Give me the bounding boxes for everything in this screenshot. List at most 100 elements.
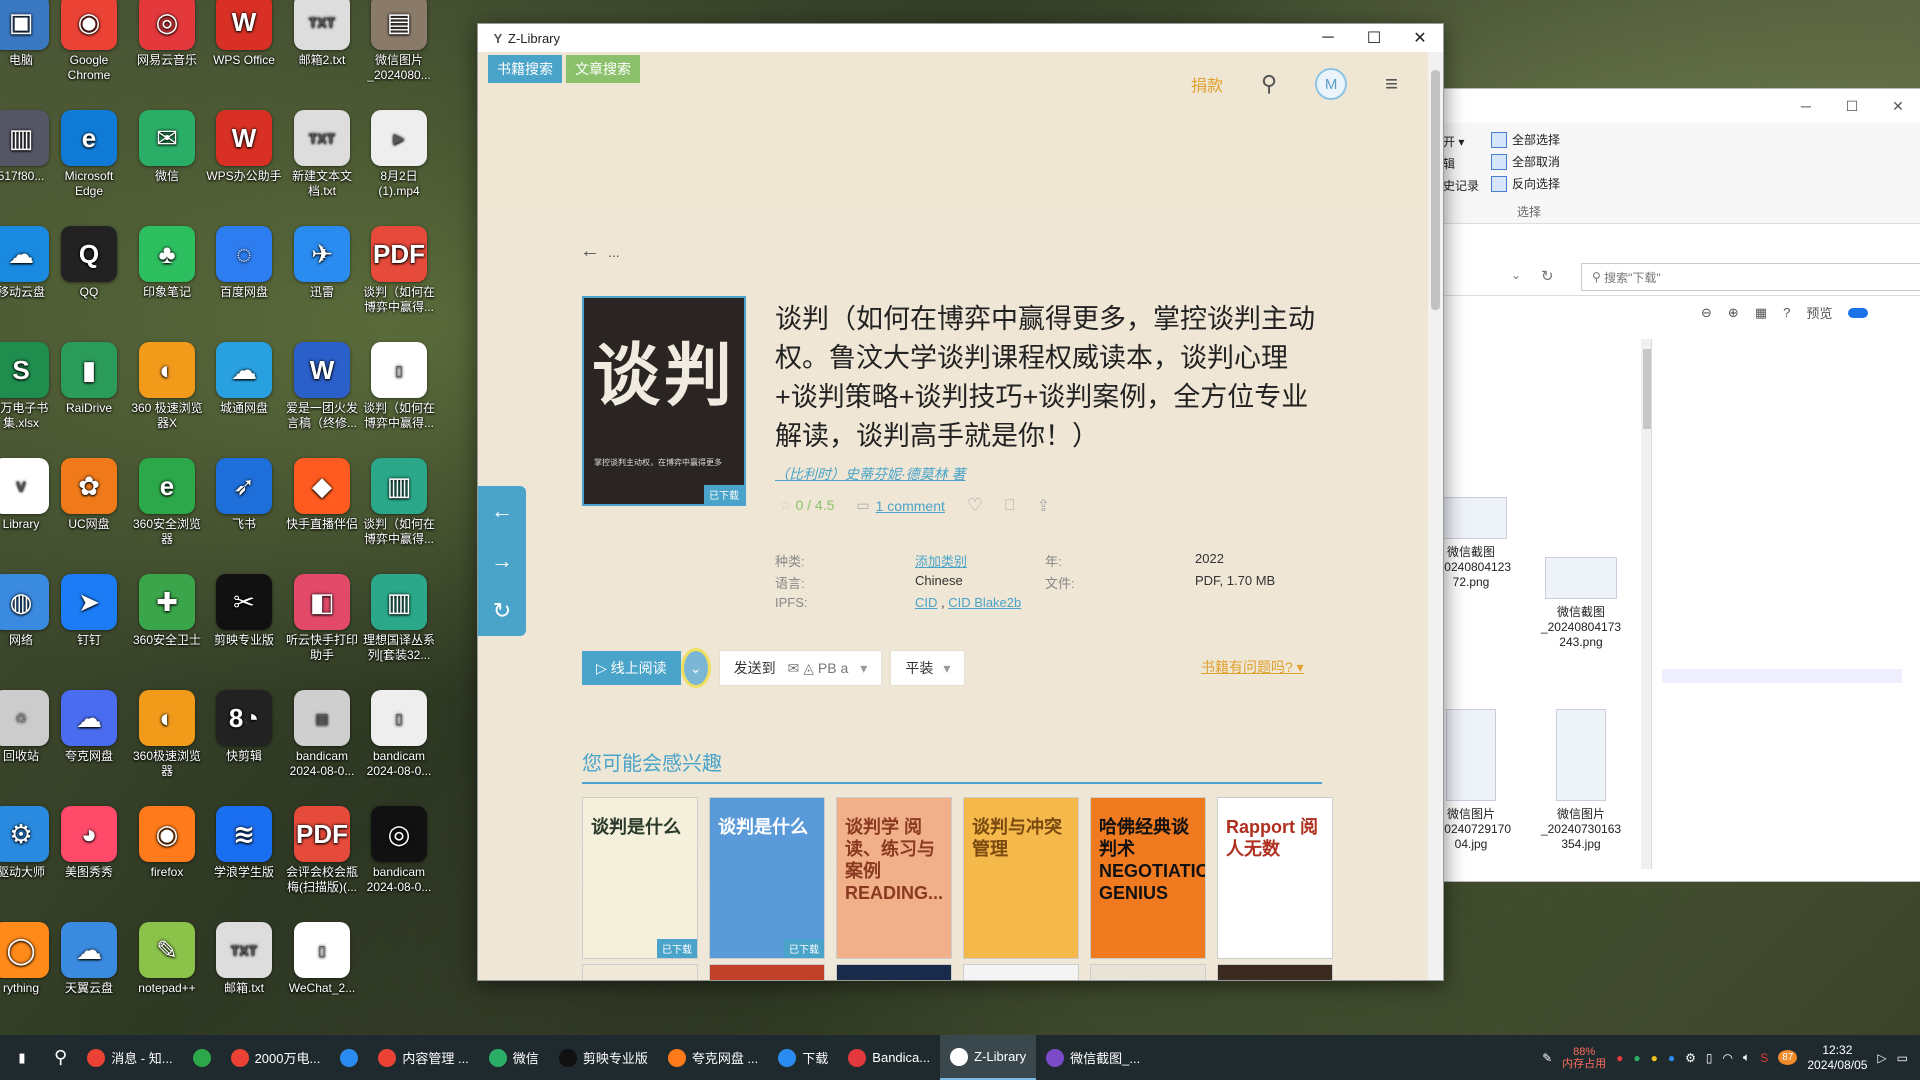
desktop-icon[interactable]: ▥ 谈判（如何在博弈中赢得... [360, 458, 438, 547]
arrow-right-icon[interactable]: → [491, 548, 513, 574]
desktop-icon[interactable]: ▯ 谈判（如何在博弈中赢得... [360, 342, 438, 431]
format-select[interactable]: 平装 ▾ [890, 650, 966, 686]
desktop-icon[interactable]: 8◔ 快剪辑 [205, 690, 283, 764]
file-thumb[interactable]: 微信图片_20240730163 354.jpg [1531, 709, 1631, 852]
show-desktop-icon[interactable]: ▷ [1877, 1051, 1886, 1065]
select-none-button[interactable]: 全部取消 [1491, 153, 1560, 170]
recommended-book[interactable] [836, 964, 952, 980]
desktop-icon[interactable]: ☁ 城通网盘 [205, 342, 283, 416]
desktop-icon[interactable]: ≋ 学浪学生版 [205, 806, 283, 880]
book-author[interactable]: （比利时）史蒂芬妮·德莫林 著 [775, 464, 966, 484]
desktop-icon[interactable]: ✂ 剪映专业版 [205, 574, 283, 648]
read-online-button[interactable]: ▷ 线上阅读 [582, 651, 681, 685]
desktop-icon[interactable]: ✉ 微信 [128, 110, 206, 184]
report-problem-link[interactable]: 书籍有问题吗? ▾ [1201, 657, 1304, 677]
desktop-icon[interactable]: ◧ 听云快手打印助手 [283, 574, 361, 663]
notification-badge[interactable]: 87 [1778, 1050, 1798, 1065]
desktop-icon[interactable]: W 爱是一团火发言稿（终修... [283, 342, 361, 431]
arrow-left-icon[interactable]: ← [491, 498, 513, 524]
recommended-book[interactable]: 谈判与冲突管理 [963, 797, 1079, 959]
ipfs-blake-link[interactable]: CID Blake2b [948, 595, 1021, 610]
hamburger-menu-icon[interactable]: ≡ [1385, 71, 1398, 97]
desktop-icon[interactable]: W WPS Office [205, 0, 283, 68]
start-button[interactable]: ▮ [0, 1035, 44, 1080]
taskbar-app[interactable]: 消息 - 知... [77, 1035, 182, 1080]
desktop-icon[interactable]: ◎ bandicam 2024-08-0... [360, 806, 438, 895]
taskbar-app[interactable]: 微信 [479, 1035, 549, 1080]
share-icon[interactable]: ⇪ [1037, 496, 1050, 516]
desktop-icon[interactable]: Q QQ [50, 226, 128, 300]
scrollbar-thumb[interactable] [1431, 70, 1440, 310]
page-scrollbar[interactable] [1428, 52, 1443, 980]
desktop-icon[interactable]: ◉ firefox [128, 806, 206, 880]
file-thumb[interactable]: 微信截图_20240804173 243.png [1531, 557, 1631, 650]
desktop-icon[interactable]: ▮ RaiDrive [50, 342, 128, 416]
tray-app-icon[interactable]: ● [1668, 1051, 1675, 1065]
network-icon[interactable]: ◠ [1723, 1051, 1733, 1065]
avatar[interactable]: M [1315, 68, 1348, 100]
heart-icon[interactable]: ♡ [967, 495, 983, 516]
breadcrumb[interactable]: ... [608, 244, 620, 260]
tab-article-search[interactable]: 文章搜索 [566, 55, 640, 83]
clock[interactable]: 12:32 2024/08/05 [1807, 1043, 1867, 1073]
tray-app-icon[interactable]: ● [1651, 1051, 1658, 1065]
recommended-book[interactable] [582, 964, 698, 980]
donate-link[interactable]: 捐款 [1191, 72, 1223, 96]
grid-icon[interactable]: ▦ [1755, 305, 1767, 321]
send-to-button[interactable]: 发送到 ✉ ◬ PB a ▾ [718, 650, 883, 686]
taskbar-search-icon[interactable]: ⚲ [44, 1035, 77, 1080]
desktop-icon[interactable]: ▤ bandicam 2024-08-0... [283, 690, 361, 779]
chevron-down-icon[interactable]: ⌄ [1511, 268, 1521, 282]
taskbar-app[interactable]: 内容管理 ... [368, 1035, 478, 1080]
recommended-book[interactable]: 哈佛经典谈判术 NEGOTIATION GENIUS [1090, 797, 1206, 959]
tab-book-search[interactable]: 书籍搜索 [488, 55, 562, 83]
taskbar-app[interactable] [183, 1035, 221, 1080]
recommended-book[interactable]: Rapport 阅人无数 [1217, 797, 1333, 959]
taskbar-app[interactable]: 夸克网盘 ... [658, 1035, 768, 1080]
ribbon-open[interactable]: 开 ▾ [1443, 133, 1464, 150]
maximize-button[interactable]: ☐ [1351, 28, 1397, 48]
recommended-book[interactable] [1090, 964, 1206, 980]
help-icon[interactable]: ? [1783, 305, 1790, 320]
desktop-icon[interactable]: PDF 会评会校会瓶梅(扫描版)(... [283, 806, 361, 895]
desktop-icon[interactable]: ◐ 360 极速浏览器X [128, 342, 206, 431]
desktop-icon[interactable]: ▯ WeChat_2... [283, 922, 361, 996]
desktop-icon[interactable]: ➶ 飞书 [205, 458, 283, 532]
desktop-icon[interactable]: ✚ 360安全卫士 [128, 574, 206, 648]
tray-app-icon[interactable]: ● [1616, 1051, 1623, 1065]
taskbar-app[interactable]: Bandica... [838, 1035, 940, 1080]
ribbon-history[interactable]: 史记录 [1443, 177, 1479, 194]
taskbar-app[interactable]: 剪映专业版 [549, 1035, 658, 1080]
desktop-icon[interactable]: e 360安全浏览器 [128, 458, 206, 547]
taskbar-app[interactable]: Z-Library [940, 1035, 1037, 1080]
action-center-icon[interactable]: ▭ [1897, 1051, 1908, 1065]
desktop-icon[interactable]: ▥ 理想国译丛系列[套装32... [360, 574, 438, 663]
close-button[interactable]: ✕ [1397, 28, 1443, 48]
desktop-icon[interactable]: PDF 谈判（如何在博弈中赢得... [360, 226, 438, 315]
recommended-book[interactable]: 谈判是什么 已下载 [582, 797, 698, 959]
add-category-link[interactable]: 添加类别 [915, 551, 967, 570]
desktop-icon[interactable]: ♣ 印象笔记 [128, 226, 206, 300]
volume-icon[interactable]: 🔈︎ [1743, 1050, 1750, 1065]
pen-icon[interactable]: ✎ [1542, 1051, 1552, 1065]
desktop-icon[interactable]: ▤ 微信图片_2024080... [360, 0, 438, 83]
tray-app-icon[interactable]: ⚙ [1685, 1051, 1696, 1065]
desktop-icon[interactable]: ◆ 快手直播伴侣 [283, 458, 361, 532]
recommended-book[interactable] [963, 964, 1079, 980]
taskbar-app[interactable]: 微信截图_... [1036, 1035, 1150, 1080]
bookmark-icon[interactable]: ⎕ [1005, 497, 1015, 515]
maximize-icon[interactable]: ☐ [1829, 98, 1875, 115]
zoom-out-icon[interactable]: ⊖ [1701, 305, 1712, 321]
ime-icon[interactable]: S [1760, 1051, 1768, 1065]
invert-selection-button[interactable]: 反向选择 [1491, 175, 1560, 192]
recommended-book[interactable]: 谈判学 阅读、练习与案例 READING... [836, 797, 952, 959]
desktop-icon[interactable]: ☁ 天翼云盘 [50, 922, 128, 996]
desktop-icon[interactable]: ✈ 迅雷 [283, 226, 361, 300]
close-icon[interactable]: ✕ [1875, 98, 1920, 115]
rating[interactable]: ☆ 0 / 4.5 [779, 497, 834, 514]
desktop-icon[interactable]: ◐ 360极速浏览器 [128, 690, 206, 779]
desktop-icon[interactable]: ◎ 网易云音乐 [128, 0, 206, 68]
recommended-book[interactable]: 谈判是什么 已下载 [709, 797, 825, 959]
explorer-search-input[interactable]: ⚲ 搜索"下载" [1581, 263, 1920, 291]
taskbar-app[interactable] [330, 1035, 368, 1080]
